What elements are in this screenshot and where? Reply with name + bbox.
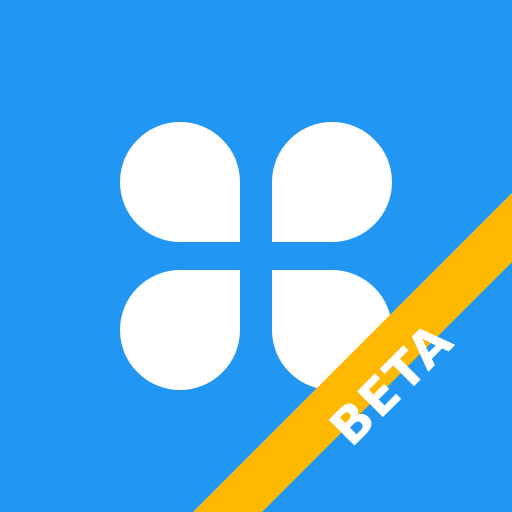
clover-app-icon-graphic: BETA <box>0 0 512 512</box>
petal-top-left <box>120 122 240 242</box>
petal-bottom-left <box>120 270 240 390</box>
app-icon[interactable]: BETA <box>0 0 512 512</box>
icon-background <box>0 0 512 512</box>
petal-top-right <box>272 122 392 242</box>
